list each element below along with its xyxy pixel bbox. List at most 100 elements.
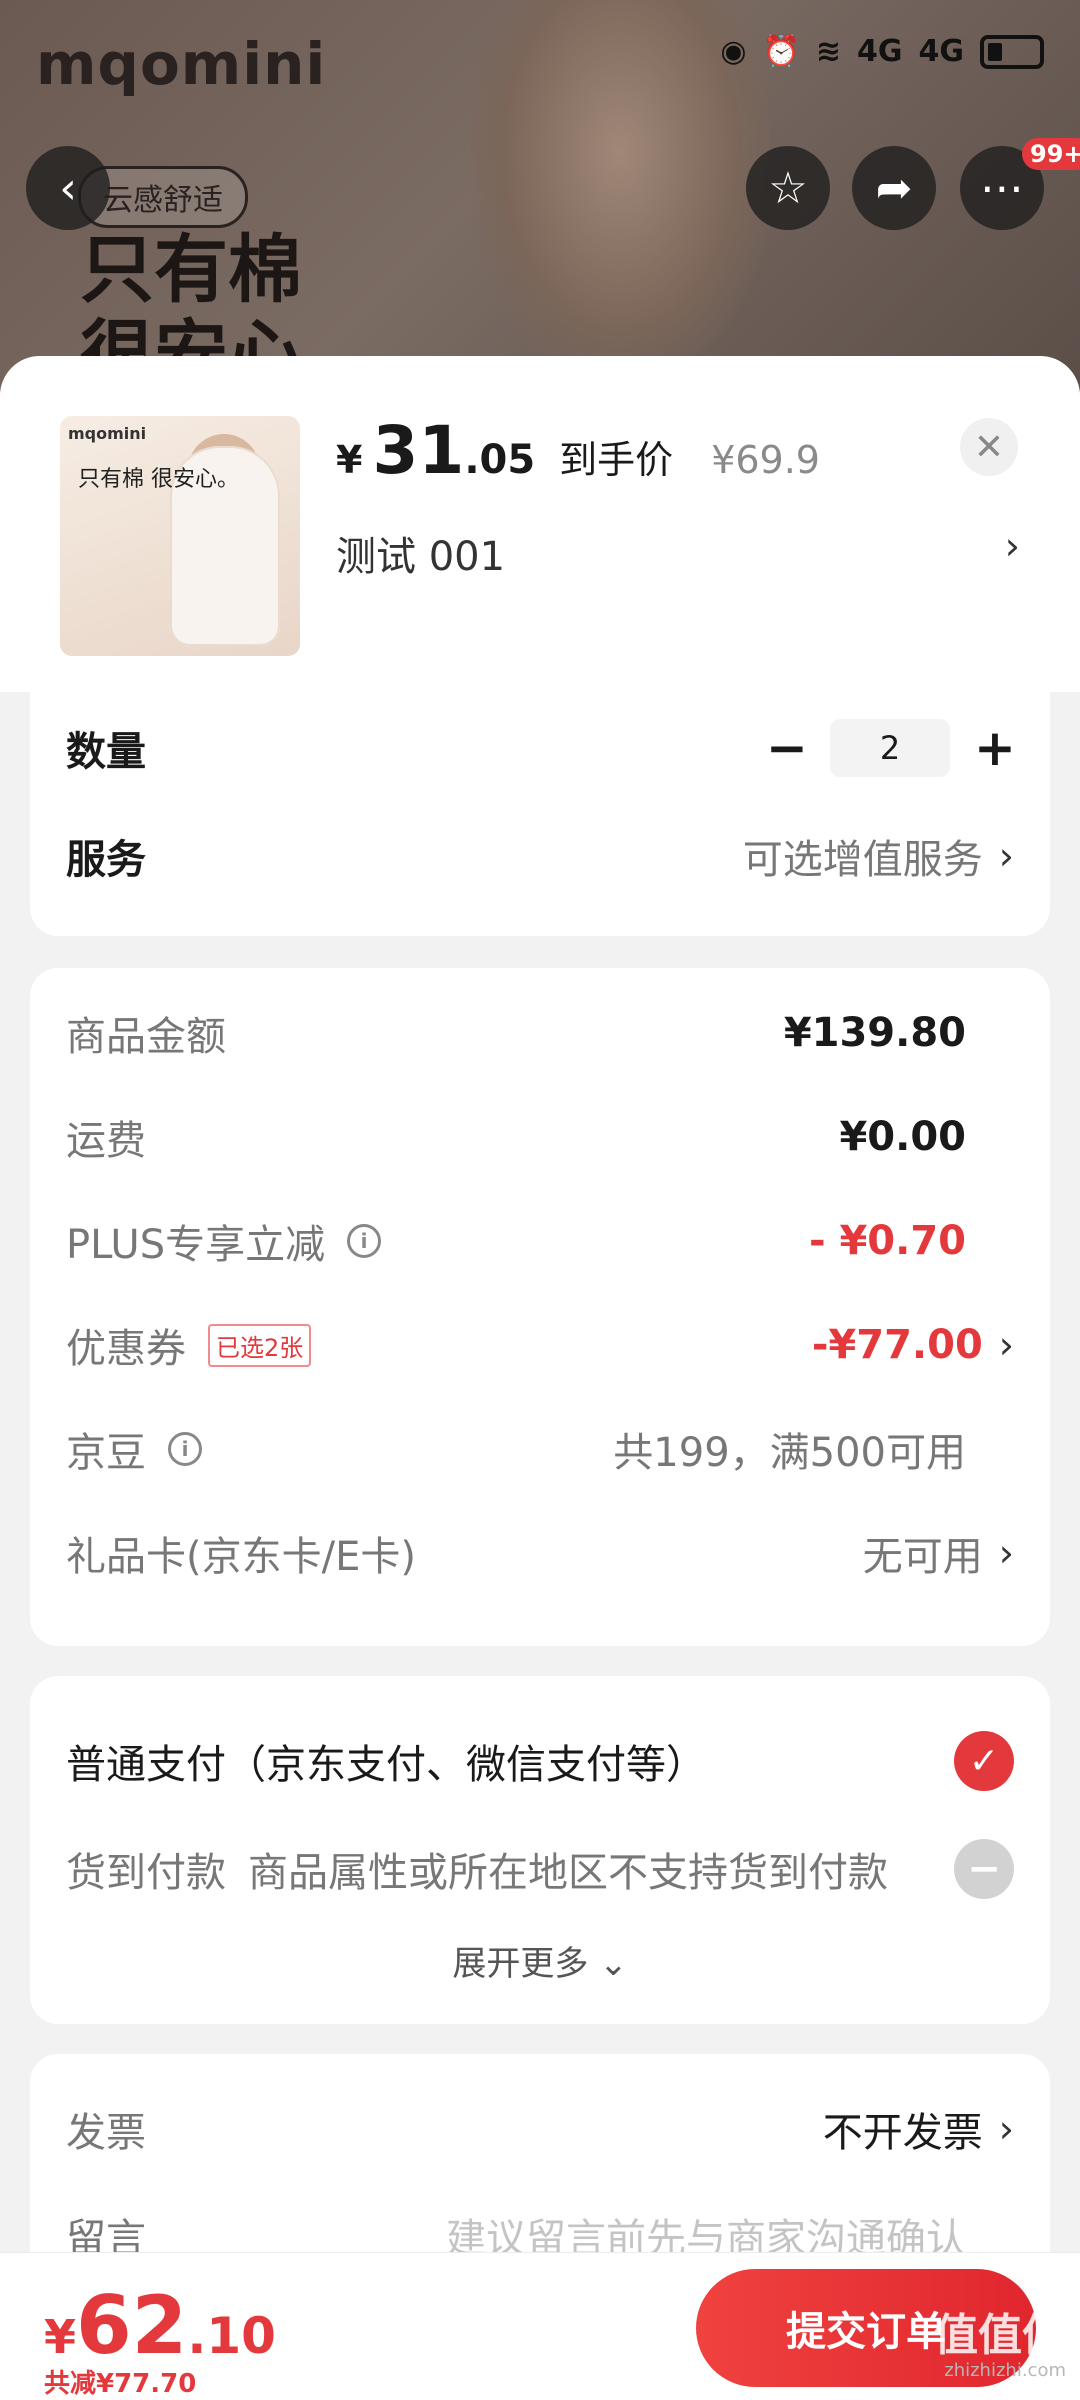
payment-card: 普通支付（京东支付、微信支付等） ✓ 货到付款 商品属性或所在地区不支持货到付款 … [30, 1676, 1050, 2024]
spec-value: 测试 001 [336, 534, 506, 580]
total-saved: 共减¥77.70 [44, 2369, 197, 2399]
thumb-brand: mqomini [68, 424, 147, 443]
invoice-row[interactable]: 发票 不开发票 › [66, 2084, 1014, 2174]
disabled-icon: − [954, 1839, 1014, 1899]
final-price-label: 到手价 [559, 438, 674, 482]
total-price: ¥ 62 .10 [44, 2279, 276, 2372]
cod-note: 商品属性或所在地区不支持货到付款 [248, 1850, 888, 1896]
coupon-selected-tag: 已选2张 [208, 1323, 312, 1367]
service-value: 可选增值服务 › [743, 827, 1014, 885]
gift-card-value: 无可用 [862, 1534, 983, 1580]
plus-discount-label: PLUS专享立减 [66, 1222, 326, 1268]
share-button[interactable]: ➦ [852, 146, 936, 230]
chevron-right-icon: › [998, 834, 1014, 878]
jd-bean-value: 共199，满500可用 [613, 1430, 966, 1476]
chevron-left-icon: ‹ [59, 162, 77, 214]
cost-breakdown-card: 商品金额 ¥139.80 运费 ¥0.00 PLUS专享立减 i - ¥0.70 … [30, 968, 1050, 1646]
signal-icon: 4G [857, 34, 903, 69]
watermark-site: zhizhizhi.com [944, 2360, 1066, 2381]
checkout-bar: ¥ 62 .10 共减¥77.70 提交订单 值值值 zhizhizhi.com [0, 2252, 1080, 2400]
chevron-right-icon: › [998, 1531, 1014, 1575]
goods-amount-row: 商品金额 ¥139.80 [66, 988, 1014, 1078]
original-price: ¥69.9 [711, 438, 820, 482]
invoice-value: 不开发票 [822, 2110, 983, 2156]
decrement-button[interactable]: − [766, 719, 808, 777]
chevron-right-icon: › [1004, 524, 1020, 568]
shipping-value: ¥0.00 [839, 1114, 966, 1160]
checkmark-icon[interactable]: ✓ [954, 1731, 1014, 1791]
battery-icon [980, 34, 1044, 69]
watermark: 值值值 zhizhizhi.com [934, 2314, 1066, 2380]
jd-bean-label-group: 京豆 i [66, 1420, 202, 1478]
more-icon: ⋯ [980, 162, 1024, 214]
star-icon: ☆ [768, 162, 808, 214]
service-label: 服务 [66, 837, 146, 883]
coupon-value: -¥77.00 [811, 1322, 983, 1368]
watermark-text: 值值值 [934, 2310, 1066, 2361]
options-card: 数量 − 2 + 服务 可选增值服务 › [30, 692, 1050, 936]
price-amount: 31.05 [372, 412, 535, 489]
notification-badge: 99+ [1022, 138, 1080, 170]
chevron-right-icon: › [998, 1323, 1014, 1367]
info-icon[interactable]: i [347, 1224, 382, 1258]
plus-discount-row: PLUS专享立减 i - ¥0.70 [66, 1196, 1014, 1286]
alarm-icon: ⏰ [762, 34, 800, 69]
coupon-value-group: -¥77.00 › [812, 1322, 1014, 1368]
plus-discount-label-group: PLUS专享立减 i [66, 1212, 382, 1270]
cod-label-group: 货到付款 商品属性或所在地区不支持货到付款 [66, 1840, 888, 1898]
quantity-value[interactable]: 2 [830, 719, 950, 777]
gift-card-label: 礼品卡(京东卡/E卡) [66, 1534, 416, 1580]
service-text: 可选增值服务 [742, 837, 983, 883]
back-button[interactable]: ‹ [26, 146, 110, 230]
spec-selector[interactable]: 测试 001 › [336, 524, 1020, 582]
gift-card-row[interactable]: 礼品卡(京东卡/E卡) 无可用 › [66, 1508, 1014, 1598]
brand-logo: mqomini [36, 30, 327, 98]
gift-card-value-group: 无可用 › [863, 1524, 1014, 1582]
chevron-right-icon: › [998, 2107, 1014, 2151]
price-decimal: .05 [464, 437, 536, 483]
goods-amount-value: ¥139.80 [783, 1010, 966, 1056]
close-icon: ✕ [973, 426, 1005, 468]
increment-button[interactable]: + [974, 719, 1016, 777]
coupon-label-group: 优惠券 已选2张 [66, 1316, 312, 1374]
total-decimal: .10 [187, 2307, 276, 2365]
total-integer: 62 [76, 2279, 188, 2372]
jd-bean-row: 京豆 i 共199，满500可用 [66, 1404, 1014, 1494]
product-summary: mqomini 只有棉 很安心。 ¥ 31.05 到手价 ¥69.9 ✕ 测试 … [0, 356, 1080, 692]
jd-bean-label: 京豆 [66, 1430, 146, 1476]
cod-label: 货到付款 [66, 1850, 226, 1896]
invoice-value-group: 不开发票 › [823, 2100, 1014, 2158]
coupon-label: 优惠券 [66, 1326, 186, 1372]
chevron-down-icon: ⌄ [599, 1944, 628, 1984]
close-button[interactable]: ✕ [960, 418, 1018, 476]
normal-payment-label: 普通支付（京东支付、微信支付等） [66, 1742, 706, 1788]
product-thumbnail[interactable]: mqomini 只有棉 很安心。 [60, 416, 300, 656]
plus-discount-value: - ¥0.70 [808, 1218, 966, 1264]
thumb-text: 只有棉 很安心。 [78, 467, 239, 492]
price-currency: ¥ [336, 438, 363, 482]
wifi-icon: ≋ [815, 34, 841, 69]
favorite-button[interactable]: ☆ [746, 146, 830, 230]
normal-payment-option[interactable]: 普通支付（京东支付、微信支付等） ✓ [66, 1716, 1014, 1806]
quantity-stepper: − 2 + [766, 719, 1016, 777]
quantity-row: 数量 − 2 + [66, 702, 1016, 794]
quantity-label: 数量 [66, 729, 146, 775]
cod-payment-option: 货到付款 商品属性或所在地区不支持货到付款 − [66, 1824, 1014, 1914]
expand-more-button[interactable]: 展开更多 ⌄ [30, 1936, 1050, 1985]
invoice-label: 发票 [66, 2110, 146, 2156]
share-icon: ➦ [875, 162, 913, 214]
order-sheet: mqomini 只有棉 很安心。 ¥ 31.05 到手价 ¥69.9 ✕ 测试 … [0, 356, 1080, 2400]
hero-title-line: 只有棉 [80, 227, 302, 313]
eye-icon: ◉ [720, 34, 747, 69]
price-integer: 31 [372, 412, 465, 489]
signal-icon: 4G [918, 34, 965, 69]
price-row: ¥ 31.05 到手价 ¥69.9 [336, 412, 820, 489]
service-row[interactable]: 服务 可选增值服务 › [66, 810, 1014, 902]
coupon-row[interactable]: 优惠券 已选2张 -¥77.00 › [66, 1300, 1014, 1390]
expand-label: 展开更多 [452, 1944, 589, 1984]
total-currency: ¥ [44, 2310, 77, 2364]
shipping-label: 运费 [66, 1118, 146, 1164]
info-icon[interactable]: i [168, 1432, 202, 1466]
goods-amount-label: 商品金额 [66, 1014, 226, 1060]
status-bar: ◉ ⏰ ≋ 4G 4G [720, 34, 1044, 69]
